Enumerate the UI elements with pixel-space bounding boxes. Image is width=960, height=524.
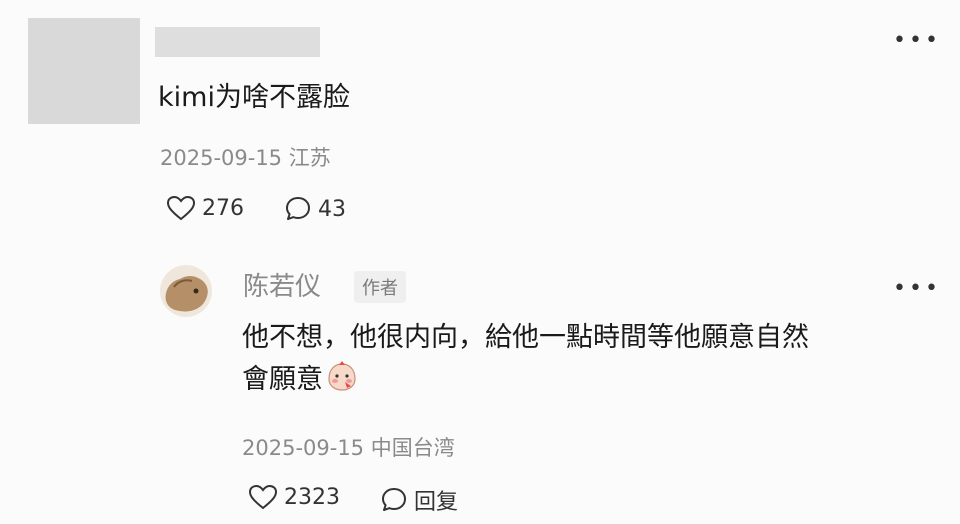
reply-text: 他不想，他很内向，給他一點時間等他願意自然 會願意	[242, 320, 809, 402]
comment-meta: 2025-09-15 江苏	[160, 142, 331, 172]
more-options-icon[interactable]: •••	[893, 30, 941, 52]
author-avatar[interactable]	[160, 265, 212, 317]
speech-bubble-icon	[286, 197, 310, 220]
comment-location: 江苏	[288, 146, 331, 170]
speech-bubble-icon	[382, 488, 406, 511]
reply-button[interactable]: 回复	[380, 484, 458, 516]
commenter-avatar[interactable]	[28, 18, 140, 124]
author-badge: 作者	[354, 271, 406, 303]
reply-count-button[interactable]: 43	[284, 195, 346, 223]
heart-icon	[166, 195, 196, 221]
reply-text-line1: 他不想，他很内向，給他一點時間等他願意自然	[242, 322, 809, 353]
reply-meta: 2025-09-15 中国台湾	[242, 432, 455, 462]
reply-location: 中国台湾	[370, 436, 455, 460]
reply-more-options-icon[interactable]: •••	[893, 278, 941, 300]
reply-like-button[interactable]: 2323	[248, 484, 340, 510]
shy-face-emoji-icon	[325, 359, 359, 402]
reply-like-count: 2323	[284, 484, 340, 510]
heart-icon	[248, 484, 278, 510]
reply-count: 43	[318, 196, 346, 222]
like-button[interactable]: 276	[166, 195, 244, 221]
comment-text: kimi为啥不露脸	[158, 82, 350, 113]
like-count: 276	[202, 195, 244, 221]
reply-text-line2: 會願意	[242, 359, 809, 402]
comment-date: 2025-09-15	[160, 146, 283, 170]
reply-date: 2025-09-15	[242, 436, 365, 460]
reply-text-line2-content: 會願意	[242, 364, 323, 396]
reply-button-label: 回复	[414, 490, 459, 515]
author-name[interactable]: 陈若仪	[243, 266, 321, 303]
commenter-name-redacted[interactable]	[155, 27, 320, 57]
